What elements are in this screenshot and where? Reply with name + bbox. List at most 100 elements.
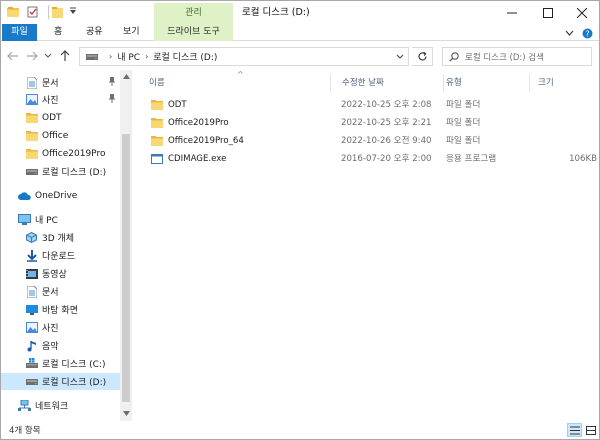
tab-file[interactable]: 파일 <box>2 24 37 41</box>
drive-icon <box>25 166 38 178</box>
minimize-button[interactable] <box>497 1 527 24</box>
customize-qa-dropdown-icon[interactable] <box>69 7 77 18</box>
documents-icon <box>25 76 38 89</box>
file-date: 2022-10-26 오전 9:40 <box>341 136 432 146</box>
tab-view[interactable]: 보기 <box>123 24 140 41</box>
up-button[interactable] <box>58 49 72 63</box>
documents-icon <box>25 285 38 298</box>
folder-icon <box>25 130 38 142</box>
exe-icon <box>151 154 163 165</box>
nav-item-label: 로컬 디스크 (D:) <box>42 168 107 178</box>
3d-objects-icon <box>25 232 38 244</box>
nav-item-music[interactable]: 음악 <box>1 337 120 354</box>
nav-item-label: 다운로드 <box>42 252 76 262</box>
window-title: 로컬 디스크 (D:) <box>242 7 310 18</box>
file-list: ^ 이름 수정한 날짜 유형 크기 ODT 2022-10-25 오후 2:08… <box>133 70 599 421</box>
tab-drive-tools[interactable]: 드라이브 도구 <box>154 24 233 41</box>
nav-item-pictures[interactable]: 사진 <box>1 319 120 336</box>
ribbon-tabs: 파일 홈 공유 보기 드라이브 도구 ? <box>1 24 599 41</box>
column-header-date[interactable]: 수정한 날짜 <box>342 72 384 94</box>
tab-home[interactable]: 홈 <box>54 24 62 41</box>
file-row[interactable]: Office2019Pro 2022-10-25 오후 2:21 파일 폴더 <box>145 114 595 132</box>
file-type: 응용 프로그램 <box>446 154 497 164</box>
scroll-up-arrow-icon[interactable] <box>120 71 132 82</box>
nav-item-office[interactable]: Office <box>1 127 120 144</box>
column-divider[interactable] <box>330 74 331 92</box>
nav-item-local-disk-c[interactable]: 로컬 디스크 (C:) <box>1 355 120 372</box>
manage-context-tab[interactable]: 관리 <box>154 3 233 24</box>
nav-pane-scrollbar[interactable] <box>120 70 132 421</box>
folder-icon <box>151 118 163 129</box>
nav-item-label: 사진 <box>42 96 59 106</box>
arrow-up-icon <box>60 50 70 61</box>
column-divider[interactable] <box>529 74 530 92</box>
recent-locations-button[interactable] <box>41 49 55 63</box>
nav-item-local-disk-d[interactable]: 로컬 디스크 (D:) <box>1 373 120 390</box>
scroll-down-arrow-icon[interactable] <box>120 408 132 419</box>
file-name: ODT <box>168 100 187 110</box>
nav-item-documents-pinned[interactable]: 문서 <box>1 74 120 91</box>
folder-icon <box>151 136 163 147</box>
scrollbar-thumb[interactable] <box>122 134 130 402</box>
nav-item-label: 음악 <box>42 342 59 352</box>
nav-item-network[interactable]: 네트워크 <box>1 397 120 414</box>
nav-item-desktop[interactable]: 바탕 화면 <box>1 301 120 318</box>
details-view-button[interactable] <box>567 423 582 437</box>
nav-item-odt[interactable]: ODT <box>1 109 120 126</box>
nav-item-this-pc[interactable]: 내 PC <box>1 211 120 228</box>
nav-item-pictures-pinned[interactable]: 사진 <box>1 91 120 108</box>
explorer-window: 관리 로컬 디스크 (D:) 파일 홈 공유 보기 드라이브 도구 ? › 내 … <box>0 0 600 440</box>
help-button[interactable]: ? <box>582 27 593 39</box>
nav-item-office2019pro[interactable]: Office2019Pro <box>1 145 120 162</box>
chevron-down-icon <box>396 54 404 59</box>
arrow-left-icon <box>7 51 18 61</box>
pin-icon[interactable] <box>108 77 116 89</box>
column-header-name[interactable]: 이름 <box>149 72 165 94</box>
pin-icon[interactable] <box>108 94 116 106</box>
close-button[interactable] <box>567 1 597 24</box>
search-icon <box>449 51 459 62</box>
expand-ribbon-button[interactable] <box>565 27 574 39</box>
tab-share[interactable]: 공유 <box>86 24 103 41</box>
column-header-size[interactable]: 크기 <box>538 72 554 94</box>
folder-icon <box>151 100 163 111</box>
nav-item-videos[interactable]: 동영상 <box>1 265 120 282</box>
minimize-icon <box>507 12 517 13</box>
folder-icon <box>25 112 38 124</box>
column-divider[interactable] <box>443 74 444 92</box>
nav-item-local-disk-d-quick[interactable]: 로컬 디스크 (D:) <box>1 163 120 180</box>
nav-item-documents[interactable]: 문서 <box>1 283 120 300</box>
file-name: Office2019Pro <box>168 118 229 128</box>
status-bar: 4개 항목 <box>1 421 599 439</box>
breadcrumb-chevron-icon[interactable]: › <box>109 52 112 61</box>
breadcrumb-chevron-icon[interactable]: › <box>145 52 148 61</box>
computer-icon <box>18 214 31 226</box>
nav-item-downloads[interactable]: 다운로드 <box>1 247 120 264</box>
file-row[interactable]: Office2019Pro_64 2022-10-26 오전 9:40 파일 폴… <box>145 132 595 150</box>
nav-item-onedrive[interactable]: OneDrive <box>1 187 120 204</box>
address-history-dropdown[interactable] <box>392 48 408 65</box>
file-row[interactable]: ODT 2022-10-25 오후 2:08 파일 폴더 <box>145 96 595 114</box>
maximize-button[interactable] <box>533 1 563 24</box>
navigation-pane: 문서 사진 ODT Office Office2019Pro 로컬 디스크 (D… <box>1 70 132 421</box>
back-button[interactable] <box>6 49 20 63</box>
new-folder-icon[interactable] <box>52 6 63 18</box>
search-box[interactable]: 로컬 디스크 (D:) 검색 <box>442 47 592 66</box>
nav-item-label: 3D 개체 <box>42 234 75 244</box>
forward-button[interactable] <box>25 49 39 63</box>
quick-access-new-folder[interactable] <box>52 5 77 19</box>
breadcrumb-local-disk-d[interactable]: 로컬 디스크 (D:) <box>153 50 217 63</box>
drive-icon <box>25 376 38 388</box>
svg-text:?: ? <box>585 29 589 38</box>
breadcrumb-this-pc[interactable]: 내 PC <box>117 50 140 63</box>
address-bar[interactable]: › 내 PC › 로컬 디스크 (D:) <box>79 47 409 66</box>
nav-item-3d-objects[interactable]: 3D 개체 <box>1 229 120 246</box>
file-type: 파일 폴더 <box>446 118 481 128</box>
file-type: 파일 폴더 <box>446 136 481 146</box>
column-header-type[interactable]: 유형 <box>446 72 462 94</box>
file-row[interactable]: CDIMAGE.exe 2016-07-20 오후 2:00 응용 프로그램 1… <box>145 150 597 168</box>
refresh-button[interactable] <box>412 47 433 66</box>
properties-icon[interactable] <box>27 6 39 18</box>
large-icons-view-button[interactable] <box>583 423 598 437</box>
nav-item-label: 동영상 <box>42 270 67 280</box>
